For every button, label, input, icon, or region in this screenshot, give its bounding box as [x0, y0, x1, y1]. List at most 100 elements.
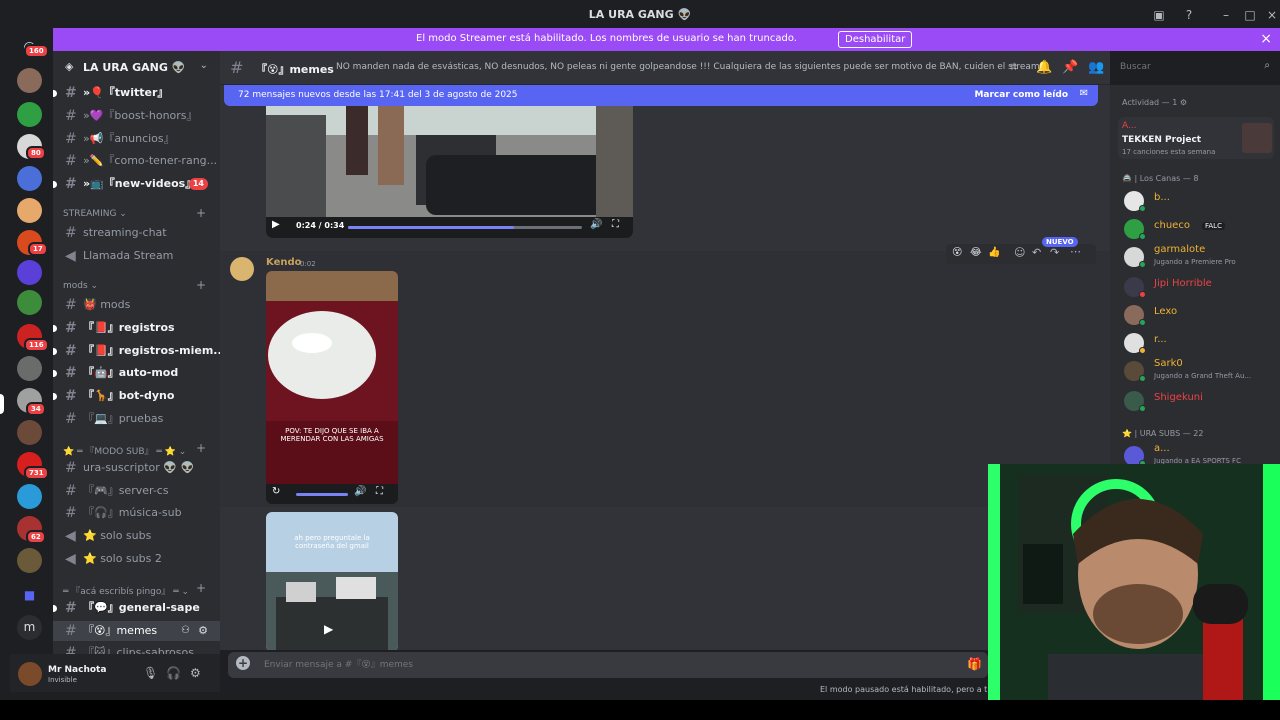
channel-solo-subs-2[interactable]: ◀ ⭐ solo subs 2: [53, 549, 220, 569]
member-item[interactable]: b...: [1122, 188, 1277, 214]
fullscreen-icon[interactable]: ⛶: [612, 219, 619, 230]
member-item[interactable]: garmalote Jugando a Premiere Pro: [1122, 244, 1277, 270]
add-reaction-icon[interactable]: ☺: [1014, 246, 1025, 259]
server-icon[interactable]: [17, 356, 42, 381]
reaction-icon[interactable]: 😵: [952, 247, 962, 258]
channel-registros[interactable]: # 『📕』registros: [53, 318, 220, 338]
gift-icon[interactable]: 🎁: [967, 657, 982, 671]
video-frame: [266, 271, 398, 504]
server-icon[interactable]: [17, 484, 42, 509]
message-author[interactable]: Kendo: [266, 257, 302, 268]
close-window-icon[interactable]: ×: [1265, 8, 1279, 22]
channel-solo-subs[interactable]: ◀ ⭐ solo subs: [53, 526, 220, 546]
server-header[interactable]: ◈ LA URA GANG 👽 ⌄: [53, 51, 220, 83]
help-icon[interactable]: ?: [1182, 8, 1196, 22]
search-input[interactable]: [1115, 57, 1255, 77]
pin-icon[interactable]: 📌: [1062, 60, 1078, 75]
member-item[interactable]: Lexo: [1122, 302, 1277, 328]
gear-icon[interactable]: ⚙: [190, 666, 201, 680]
server-icon[interactable]: [17, 166, 42, 191]
category-streaming[interactable]: STREAMING ⌄: [63, 209, 127, 219]
channel-registros-miembros[interactable]: # 『📕』registros-miem...: [53, 341, 220, 361]
video-attachment[interactable]: POV: TE DIJO QUE SE IBA A MERENDAR CON L…: [266, 271, 398, 504]
member-item[interactable]: Jipi Horrible: [1122, 274, 1277, 300]
forward-icon[interactable]: ↷: [1050, 246, 1059, 259]
reaction-icon[interactable]: 😂: [970, 247, 982, 258]
message-input[interactable]: [264, 656, 944, 674]
channel-auto-mod[interactable]: # 『🤖』auto-mod: [53, 363, 220, 383]
channel-musica-sub[interactable]: # 『🎧』música-sub: [53, 503, 220, 523]
channel-boost-honors[interactable]: # »💜『boost-honors』: [53, 106, 220, 126]
play-icon[interactable]: ▶: [272, 219, 280, 230]
member-item[interactable]: r...: [1122, 330, 1277, 356]
folder-icon[interactable]: ■: [17, 583, 42, 608]
category-mods[interactable]: mods ⌄: [63, 281, 98, 291]
invite-icon[interactable]: ⚇: [181, 621, 190, 641]
threads-icon[interactable]: ⌗: [1010, 60, 1017, 75]
avatar[interactable]: [18, 662, 42, 686]
server-icon[interactable]: [17, 68, 42, 93]
add-channel-icon[interactable]: +: [196, 441, 206, 455]
add-attachment-icon[interactable]: +: [236, 656, 250, 670]
channel-llamada-stream[interactable]: ◀ Llamada Stream: [53, 246, 220, 266]
volume-slider[interactable]: [296, 493, 348, 496]
channel-general-sape[interactable]: # 『💬』general-sape: [53, 598, 220, 618]
category-aca-escribis-pingo[interactable]: ═ 『acá escribís pingo』 ═ ⌄: [63, 584, 189, 597]
gear-icon[interactable]: ⚙: [198, 621, 208, 641]
channel-anuncios[interactable]: # »📢『anuncios』: [53, 129, 220, 149]
mark-as-read-button[interactable]: Marcar como leído: [974, 90, 1068, 100]
channel-new-videos[interactable]: # »📺『new-videos』 14: [53, 174, 220, 194]
play-icon[interactable]: ▶: [324, 622, 333, 636]
server-icon[interactable]: [17, 198, 42, 223]
server-icon[interactable]: [17, 102, 42, 127]
video-attachment[interactable]: ah pero preguntale la contraseña del gma…: [266, 512, 398, 650]
channel-server-cs[interactable]: # 『🎮』server-cs: [53, 481, 220, 501]
add-channel-icon[interactable]: +: [196, 278, 206, 292]
server-icon[interactable]: [17, 260, 42, 285]
inbox-icon[interactable]: ▣: [1152, 8, 1166, 22]
bell-icon[interactable]: 🔔: [1036, 60, 1052, 75]
channel-twitter[interactable]: # »🎈『twitter』: [53, 83, 220, 103]
channel-memes[interactable]: # 『😵』memes ⚇ ⚙: [53, 621, 220, 641]
category-modo-sub[interactable]: ⭐ ═ 『MODO SUB』 ═ ⭐ ⌄: [63, 444, 186, 457]
channel-bot-dyno[interactable]: # 『🦒』bot-dyno: [53, 386, 220, 406]
server-icon[interactable]: [17, 420, 42, 445]
activity-card[interactable]: A... TEKKEN Project 17 canciones esta se…: [1118, 117, 1274, 159]
replay-icon[interactable]: ↻: [272, 486, 280, 497]
avatar[interactable]: [230, 257, 254, 281]
member-list-icon[interactable]: 👥: [1088, 60, 1104, 75]
channel-streaming-chat[interactable]: # streaming-chat: [53, 223, 220, 243]
member-item[interactable]: Shigekuni: [1122, 388, 1277, 414]
channel-topic[interactable]: NO manden nada de esvásticas, NO desnudo…: [336, 62, 1043, 72]
close-banner-icon[interactable]: ×: [1260, 31, 1272, 47]
search-box[interactable]: ⌕: [1115, 57, 1275, 77]
add-channel-icon[interactable]: +: [196, 581, 206, 595]
microphone-icon[interactable]: 🎙: [143, 666, 158, 680]
video-progress-track[interactable]: [348, 226, 582, 229]
member-item[interactable]: chueco FALC: [1122, 216, 1277, 242]
video-attachment[interactable]: ▶ 0:24 / 0:34 🔊 ⛶: [266, 95, 633, 238]
add-channel-icon[interactable]: +: [196, 206, 206, 220]
minimize-icon[interactable]: –: [1219, 8, 1233, 22]
channel-clips-sabrosos[interactable]: # 『🐱』clips-sabrosos: [53, 643, 220, 654]
channel-pruebas[interactable]: # 『💻』pruebas: [53, 409, 220, 429]
member-item[interactable]: Sark0 Jugando a Grand Theft Au...: [1122, 358, 1277, 384]
server-icon[interactable]: [17, 290, 42, 315]
reply-icon[interactable]: ↶: [1032, 246, 1041, 259]
reaction-icon[interactable]: 👍: [988, 247, 1000, 258]
fullscreen-icon[interactable]: ⛶: [376, 486, 383, 497]
maximize-icon[interactable]: □: [1243, 8, 1257, 22]
volume-icon[interactable]: 🔊: [590, 219, 602, 230]
chevron-down-icon[interactable]: ⌄: [200, 60, 208, 71]
channel-como-tener-rango[interactable]: # »✏️『como-tener-rang...: [53, 151, 220, 171]
channel-mods[interactable]: # 👹 mods: [53, 295, 220, 315]
server-icon[interactable]: [17, 548, 42, 573]
disable-streamer-button[interactable]: Deshabilitar: [838, 31, 913, 48]
server-letter-icon[interactable]: m: [17, 615, 42, 640]
new-messages-bar[interactable]: 72 mensajes nuevos desde las 17:41 del 3…: [224, 85, 1098, 106]
headphones-icon[interactable]: 🎧: [166, 666, 181, 680]
volume-icon[interactable]: 🔊: [354, 486, 366, 497]
member-item[interactable]: a... Jugando a EA SPORTS FC: [1122, 443, 1277, 465]
channel-ura-suscriptor[interactable]: # ura-suscriptor 👽 👽: [53, 458, 220, 478]
mark-read-icon[interactable]: ✉: [1080, 88, 1088, 99]
